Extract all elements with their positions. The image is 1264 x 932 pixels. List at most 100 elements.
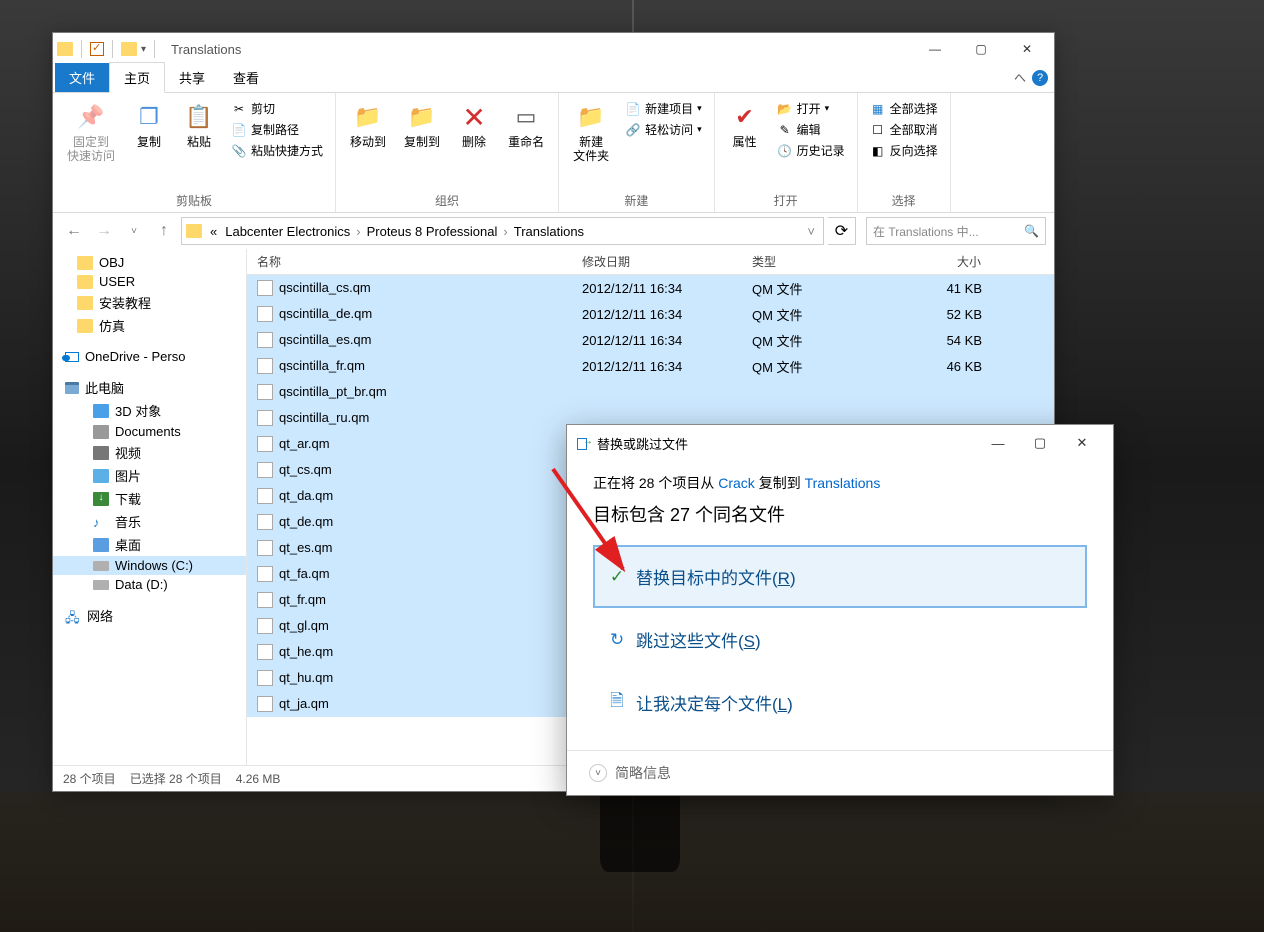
selectall-button[interactable]: ▦全部选择 [866,99,942,118]
chevron-down-icon[interactable]: ˅ [589,764,607,782]
file-row[interactable]: qscintilla_fr.qm2012/12/11 16:34QM 文件46 … [247,353,1054,379]
dialog-dest-link[interactable]: Translations [805,475,881,491]
qat-dropdown-icon[interactable]: ▾ [141,44,146,55]
cut-button[interactable]: ✂剪切 [227,99,327,118]
nav-bar: ← → ˅ ↑ « Labcenter Electronics › Proteu… [53,213,1054,249]
tree-item-label[interactable]: Windows (C:) [115,558,193,573]
tab-home[interactable]: 主页 [109,62,165,93]
tree-item-label[interactable]: 下载 [115,489,141,508]
tree-item-label[interactable]: 3D 对象 [115,401,161,420]
tree-item-label[interactable]: Documents [115,424,181,439]
forward-button[interactable]: → [91,218,117,244]
col-type[interactable]: 类型 [742,253,892,270]
moveto-button[interactable]: 📁移动到 [344,99,392,151]
tree-item-label[interactable]: 视频 [115,443,141,462]
newfolder-button[interactable]: 📁新建 文件夹 [567,99,615,165]
column-headers[interactable]: 名称 修改日期 类型 大小 [247,249,1054,275]
close-button[interactable]: ✕ [1004,34,1050,64]
properties-qat-icon[interactable] [90,42,104,56]
properties-button[interactable]: ✔属性 [723,99,767,151]
breadcrumb-dropdown-icon[interactable]: ˅ [807,224,819,239]
documents-icon [93,425,109,439]
recent-dropdown[interactable]: ˅ [121,218,147,244]
tree-item-label[interactable]: Data (D:) [115,577,168,592]
dialog-source-link[interactable]: Crack [718,475,755,491]
breadcrumb-prefix[interactable]: « [206,224,221,239]
tab-file[interactable]: 文件 [55,63,109,92]
file-icon [257,618,273,634]
decide-option[interactable]: 🗎 让我决定每个文件(L) [593,671,1087,734]
tree-item-label[interactable]: 仿真 [99,316,125,335]
col-date[interactable]: 修改日期 [572,253,742,270]
copyto-button[interactable]: 📁复制到 [398,99,446,151]
tree-item-label[interactable]: 此电脑 [85,378,124,397]
minimize-button[interactable]: — [912,34,958,64]
search-input[interactable]: 在 Translations 中... 🔍 [866,217,1046,245]
file-icon [257,410,273,426]
tree-item-label[interactable]: 图片 [115,466,141,485]
chevron-right-icon[interactable]: › [354,224,362,239]
copypath-button[interactable]: 📄复制路径 [227,120,327,139]
file-row[interactable]: qscintilla_cs.qm2012/12/11 16:34QM 文件41 … [247,275,1054,301]
dialog-headline: 目标包含 27 个同名文件 [593,501,1087,527]
file-row[interactable]: qscintilla_de.qm2012/12/11 16:34QM 文件52 … [247,301,1054,327]
pin-label: 固定到 快速访问 [67,135,115,163]
newitem-button[interactable]: 📄新建项目▾ [621,99,706,118]
maximize-button[interactable]: ▢ [958,34,1004,64]
dialog-maximize-button[interactable]: ▢ [1019,428,1061,458]
less-info-label[interactable]: 简略信息 [615,763,671,783]
tree-item-label[interactable]: OneDrive - Perso [85,349,185,364]
moveto-label: 移动到 [350,135,386,149]
breadcrumb-item[interactable]: Translations [510,224,588,239]
up-button[interactable]: ↑ [151,218,177,244]
rename-button[interactable]: ▭重命名 [502,99,550,151]
open-button[interactable]: 📂打开▾ [773,99,849,118]
open-label: 打开 [797,100,821,117]
tab-view[interactable]: 查看 [219,63,273,92]
tree-item-label[interactable]: 安装教程 [99,293,151,312]
dialog-close-button[interactable]: ✕ [1061,428,1103,458]
history-button[interactable]: 🕓历史记录 [773,141,849,160]
file-icon [257,358,273,374]
file-icon [257,462,273,478]
tree-item-label[interactable]: OBJ [99,255,124,270]
group-open-label: 打开 [723,189,849,212]
tree-item-label[interactable]: 音乐 [115,512,141,531]
selectnone-button[interactable]: ☐全部取消 [866,120,942,139]
decide-label-post: ) [787,695,793,714]
invertselection-button[interactable]: ◧反向选择 [866,141,942,160]
replace-option[interactable]: ✓ 替换目标中的文件(R) [593,545,1087,608]
pin-quickaccess-button[interactable]: 📌固定到 快速访问 [61,99,121,165]
tab-share[interactable]: 共享 [165,63,219,92]
chevron-right-icon[interactable]: › [501,224,509,239]
delete-button[interactable]: ✕删除 [452,99,496,151]
back-button[interactable]: ← [61,218,87,244]
refresh-button[interactable]: ⟳ [828,217,856,245]
skip-option[interactable]: ↻ 跳过这些文件(S) [593,608,1087,671]
file-row[interactable]: qscintilla_es.qm2012/12/11 16:34QM 文件54 … [247,327,1054,353]
col-name[interactable]: 名称 [247,253,572,270]
tree-item-label[interactable]: 桌面 [115,535,141,554]
file-row[interactable]: qscintilla_pt_br.qm [247,379,1054,405]
pasteshortcut-button[interactable]: 📎粘贴快捷方式 [227,141,327,160]
col-size[interactable]: 大小 [892,253,992,270]
paste-button[interactable]: 📋粘贴 [177,99,221,151]
nav-tree[interactable]: OBJ USER 安装教程 仿真 OneDrive - Perso 此电脑 3D… [53,249,247,765]
breadcrumb[interactable]: « Labcenter Electronics › Proteus 8 Prof… [181,217,824,245]
copy-button[interactable]: ❐复制 [127,99,171,151]
easyaccess-button[interactable]: 🔗轻松访问▾ [621,120,706,139]
breadcrumb-item[interactable]: Proteus 8 Professional [363,224,502,239]
tree-item-label[interactable]: USER [99,274,135,289]
history-label: 历史记录 [797,142,845,159]
file-icon [257,332,273,348]
edit-button[interactable]: ✎编辑 [773,120,849,139]
help-icon[interactable]: ? [1032,70,1048,86]
tree-item-label[interactable]: 网络 [87,606,113,625]
file-icon [257,306,273,322]
dialog-minimize-button[interactable]: — [977,428,1019,458]
folder-icon [57,42,73,56]
file-icon [257,514,273,530]
collapse-ribbon-icon[interactable]: へ [1014,69,1026,86]
breadcrumb-item[interactable]: Labcenter Electronics [221,224,354,239]
invertsel-label: 反向选择 [890,142,938,159]
